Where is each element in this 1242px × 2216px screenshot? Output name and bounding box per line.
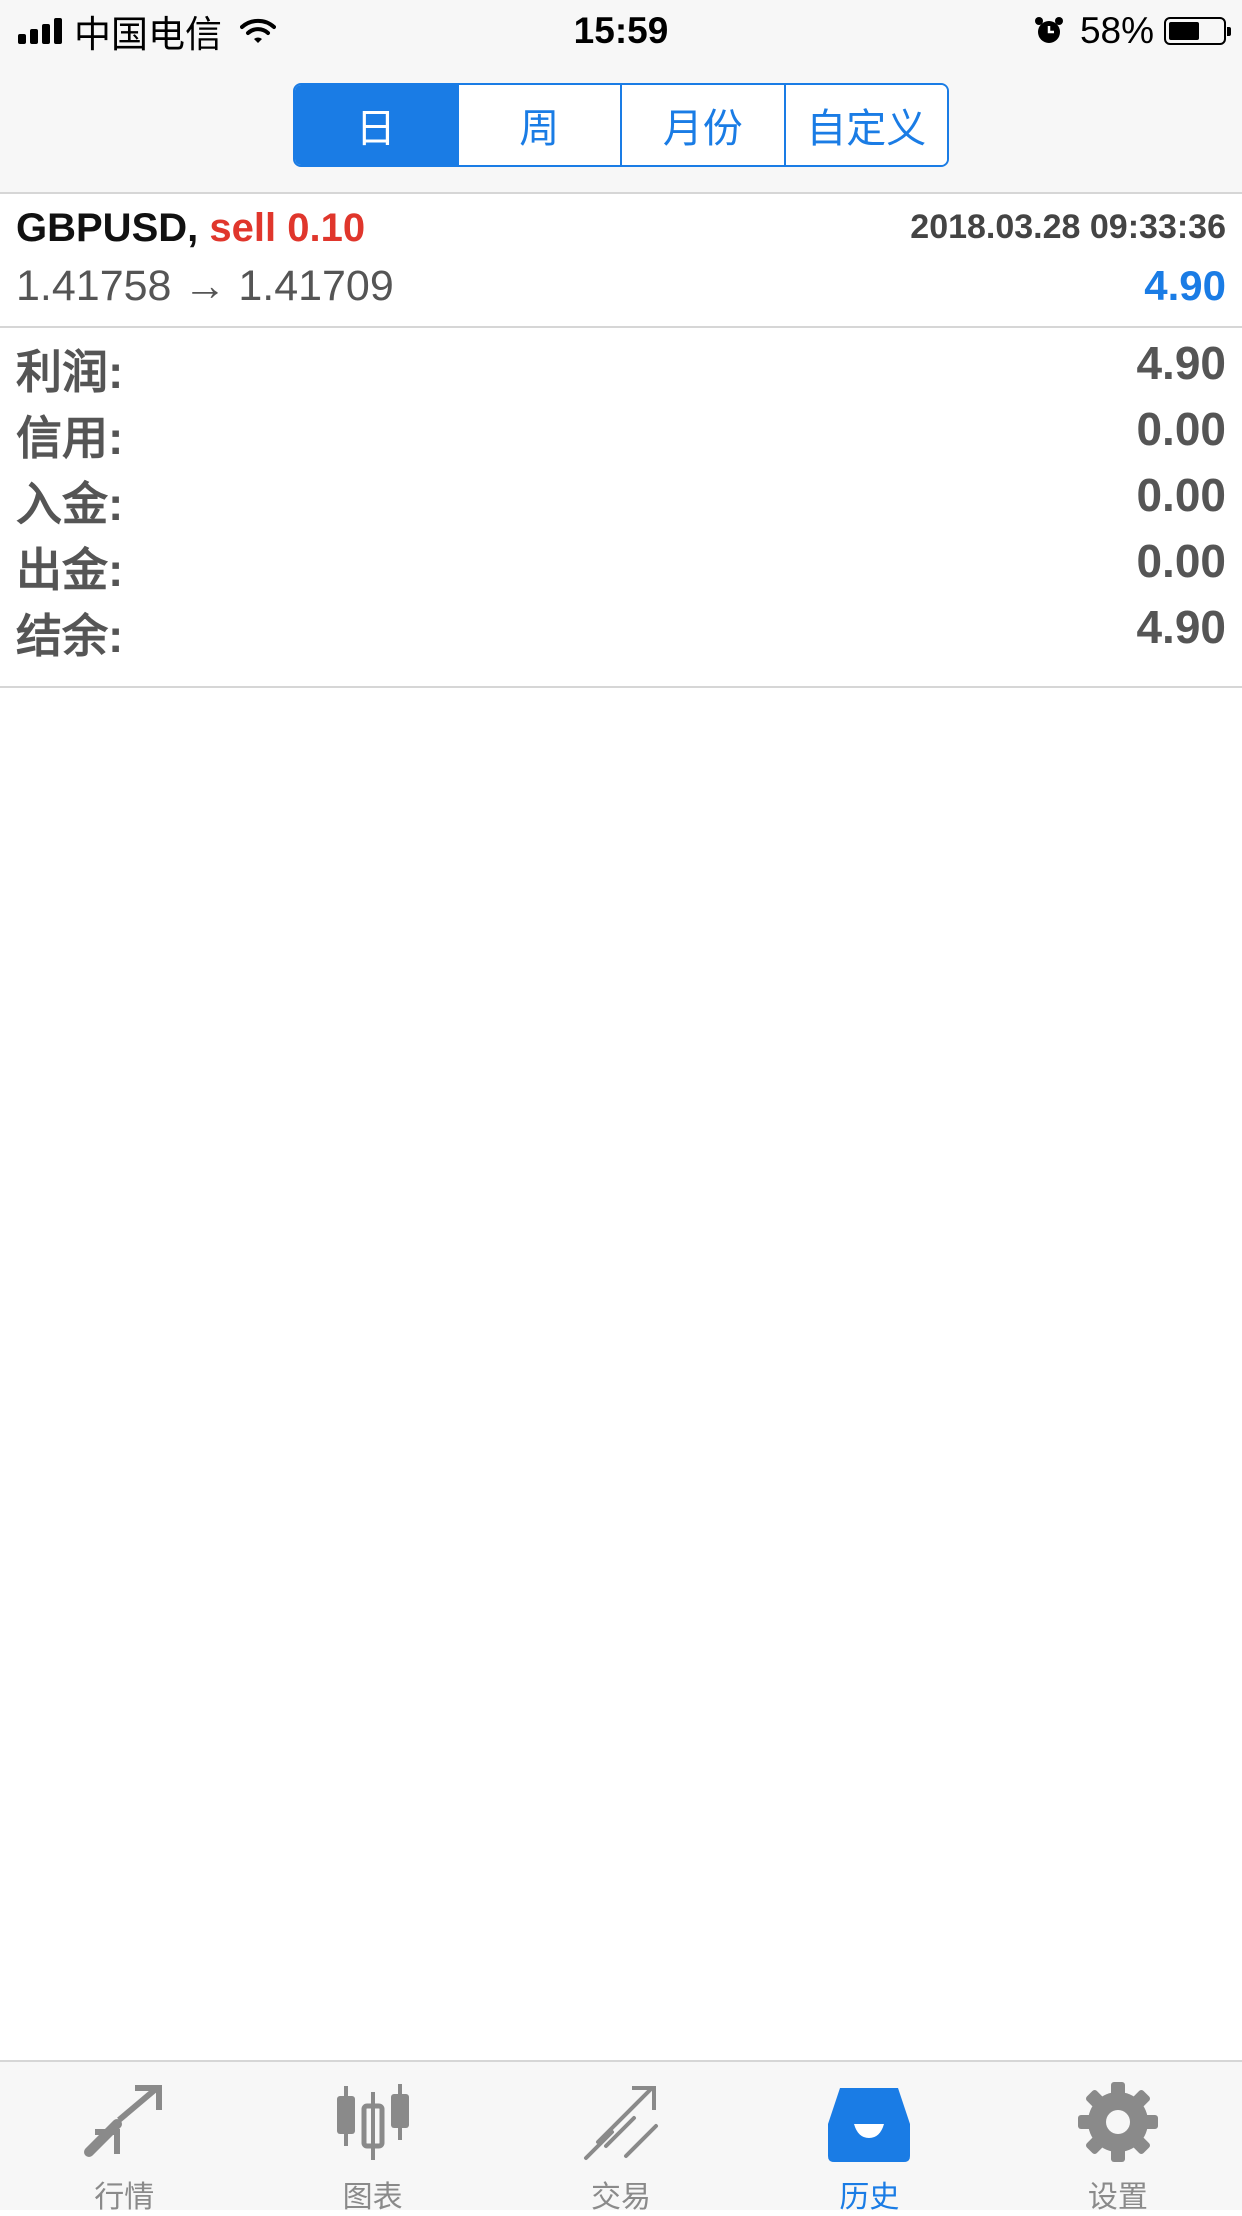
settings-icon [1077, 2082, 1158, 2162]
tab-quotes[interactable]: 行情 [0, 2062, 248, 2214]
period-tab-1[interactable]: 周 [456, 85, 620, 165]
trade-side-volume: sell 0.10 [209, 206, 366, 250]
tab-label: 设置 [1087, 2181, 1148, 2214]
period-tab-3[interactable]: 自定义 [783, 85, 947, 165]
battery-fill [1169, 22, 1200, 40]
trade-prices: 1.41758 → 1.41709 [16, 262, 394, 310]
summary-value: 0.00 [1136, 469, 1226, 521]
tab-label: 图表 [342, 2181, 403, 2214]
alarm-icon [1034, 17, 1063, 43]
battery-percent: 58% [1079, 10, 1154, 51]
tab-trade[interactable]: 交易 [497, 2062, 745, 2214]
tab-label: 历史 [839, 2181, 900, 2214]
history-header: 日周月份 自定义 [0, 62, 1242, 194]
tab-label: 行情 [94, 2181, 155, 2214]
trade-profit: 4.90 [1144, 262, 1226, 309]
summary-label: 出金: [16, 544, 124, 596]
summary-row-balance: 结余: 4.90 [0, 592, 1242, 662]
summary-value: 0.00 [1136, 403, 1226, 455]
tab-bar: 行情 图表 交易 历史 设置 [0, 2060, 1242, 2214]
trade-row[interactable]: GBPUSD, sell 0.10 2018.03.28 09:33:36 1.… [0, 194, 1242, 328]
trade-symbol: GBPUSD, [16, 206, 199, 250]
summary-row-profit: 利润: 4.90 [0, 328, 1242, 398]
summary-label: 入金: [16, 478, 124, 530]
tab-label: 交易 [591, 2181, 652, 2214]
battery-icon [1164, 17, 1231, 45]
quotes-icon [84, 2085, 163, 2157]
account-summary: 利润: 4.90 信用: 0.00 入金: 0.00 出金: 0.00 结余: … [0, 328, 1242, 688]
summary-row-withdrawal: 出金: 0.00 [0, 526, 1242, 596]
summary-value: 4.90 [1136, 601, 1226, 653]
tab-chart[interactable]: 图表 [248, 2062, 496, 2214]
trade-datetime: 2018.03.28 09:33:36 [910, 208, 1226, 246]
summary-row-credit: 信用: 0.00 [0, 394, 1242, 464]
period-tab-2[interactable]: 月份 [620, 85, 784, 165]
status-bar: 中国电信 15:59 58% [0, 0, 1242, 62]
trade-symbol-line: GBPUSD, sell 0.10 [16, 206, 365, 251]
history-icon [828, 2088, 911, 2162]
trade-icon [584, 2086, 659, 2160]
period-tab-0[interactable]: 日 [295, 85, 457, 165]
summary-value: 4.90 [1136, 337, 1226, 389]
summary-label: 利润: [16, 346, 124, 398]
status-right: 58% [1034, 8, 1231, 54]
summary-label: 结余: [16, 610, 124, 662]
chart-icon [336, 2084, 409, 2160]
summary-row-deposit: 入金: 0.00 [0, 460, 1242, 530]
summary-label: 信用: [16, 412, 124, 464]
tab-history[interactable]: 历史 [745, 2062, 993, 2214]
summary-value: 0.00 [1136, 535, 1226, 587]
period-segmented-control: 日周月份 自定义 [293, 83, 949, 167]
tab-settings[interactable]: 设置 [994, 2062, 1242, 2214]
